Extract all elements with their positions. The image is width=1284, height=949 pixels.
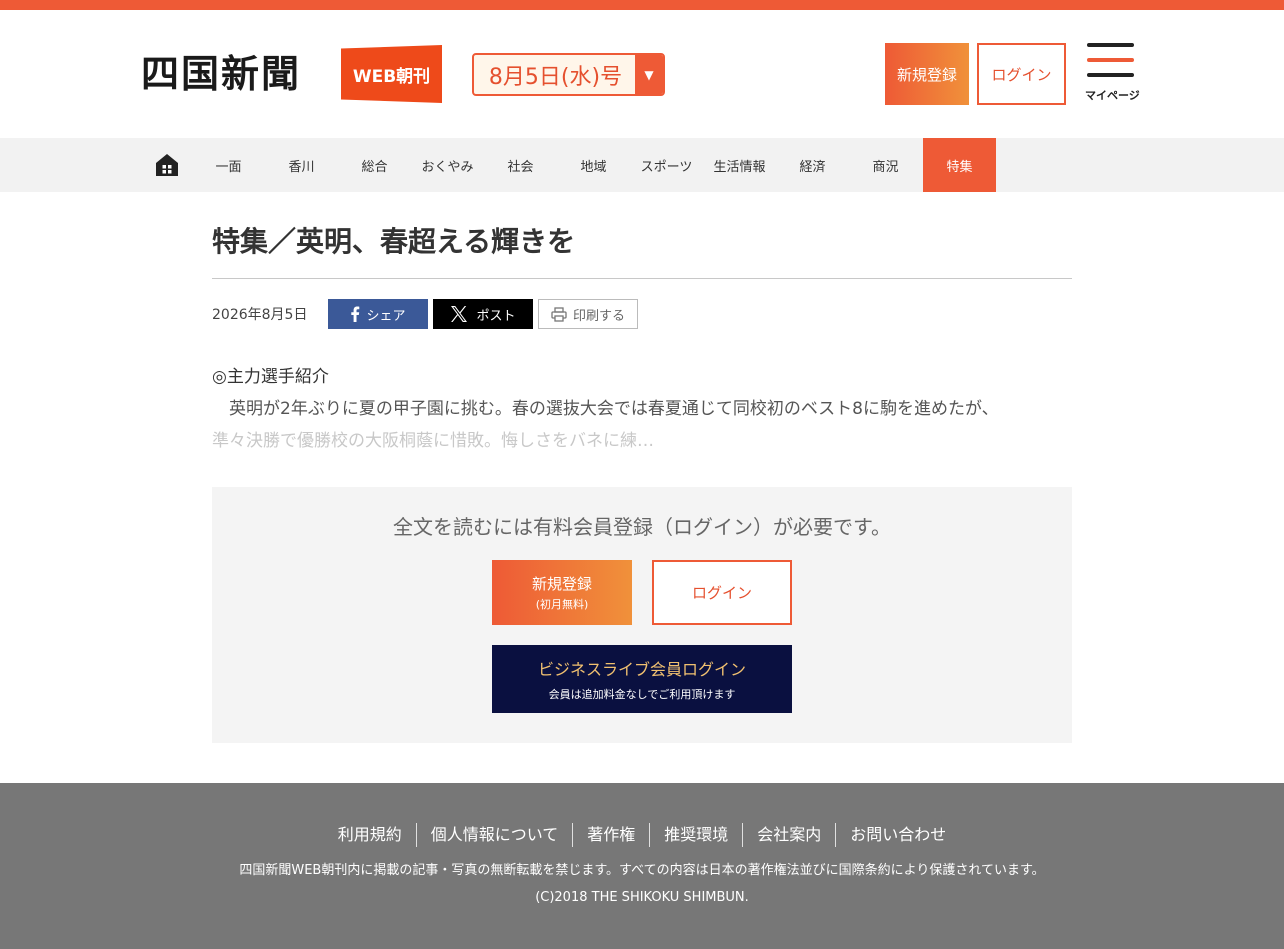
edition-date: 8月5日(水)号 xyxy=(488,64,623,90)
register-sub-label: (初月無料) xyxy=(535,598,589,611)
footer-link-environment[interactable]: 推奨環境 xyxy=(650,823,742,847)
nav-item-keizai[interactable]: 経済 xyxy=(776,138,849,192)
business-live-main-label: ビジネスライブ会員ログイン xyxy=(537,660,746,679)
paywall-message: 全文を読むには有料会員登録（ログイン）が必要です。 xyxy=(393,515,891,539)
footer-notice: 四国新聞WEB朝刊内に掲載の記事・写真の無断転載を禁じます。すべての内容は日本の… xyxy=(239,863,1045,878)
site-footer: 利用規約 個人情報について 著作権 推奨環境 会社案内 お問い合わせ 四国新聞W… xyxy=(0,783,1284,949)
register-main-label: 新規登録 xyxy=(531,575,592,593)
footer-copyright: (C)2018 THE SHIKOKU SHIMBUN. xyxy=(535,890,749,905)
nav-item-ichimen[interactable]: 一面 xyxy=(192,138,265,192)
footer-links: 利用規約 個人情報について 著作権 推奨環境 会社案内 お問い合わせ xyxy=(0,823,1284,847)
footer-link-contact[interactable]: お問い合わせ xyxy=(836,823,960,847)
printer-icon xyxy=(551,306,567,322)
edition-selector[interactable]: 8月5日(水)号 ▼ xyxy=(472,53,665,96)
nav-item-shokyo[interactable]: 商況 xyxy=(849,138,922,192)
nav-item-okuyami[interactable]: おくやみ xyxy=(411,138,484,192)
category-nav: 一面 香川 総合 おくやみ 社会 地域 スポーツ 生活情報 経済 商況 特集 xyxy=(0,138,1284,192)
footer-link-copyright[interactable]: 著作権 xyxy=(573,823,649,847)
facebook-icon xyxy=(351,306,360,322)
nav-item-sports[interactable]: スポーツ xyxy=(630,138,703,192)
hamburger-icon-bar-middle xyxy=(1087,58,1134,62)
nav-item-kagawa[interactable]: 香川 xyxy=(265,138,338,192)
web-edition-badge: WEB朝刊 xyxy=(341,45,442,103)
site-header: 四国新聞 WEB朝刊 8月5日(水)号 ▼ 新規登録 ログイン マイページ xyxy=(0,10,1284,138)
footer-link-terms[interactable]: 利用規約 xyxy=(324,823,416,847)
section-heading: ◎主力選手紹介 xyxy=(212,367,329,387)
top-accent-bar xyxy=(0,0,1284,10)
article-body-faded-line: 準々決勝で優勝校の大阪桐蔭に惜敗。悔しさをバネに練… xyxy=(212,431,654,451)
x-post-button[interactable]: ポスト xyxy=(433,299,533,329)
nav-item-sogo[interactable]: 総合 xyxy=(338,138,411,192)
footer-link-privacy[interactable]: 個人情報について xyxy=(417,823,573,847)
business-live-login-button[interactable]: ビジネスライブ会員ログイン 会員は追加料金なしでご利用頂けます xyxy=(492,645,792,713)
nav-item-seikatsu[interactable]: 生活情報 xyxy=(703,138,776,192)
hamburger-icon-bar-bottom xyxy=(1087,73,1134,77)
site-logo[interactable]: 四国新聞 xyxy=(141,50,301,98)
print-button[interactable]: 印刷する xyxy=(538,299,638,329)
x-logo-icon xyxy=(451,306,468,322)
hamburger-icon xyxy=(1087,43,1134,47)
title-divider xyxy=(212,278,1072,279)
nav-item-shakai[interactable]: 社会 xyxy=(484,138,557,192)
facebook-share-button[interactable]: シェア xyxy=(328,299,428,329)
article-title: 特集／英明、春超える輝きを xyxy=(212,225,576,258)
header-register-button[interactable]: 新規登録 xyxy=(885,43,969,105)
article-date: 2026年8月5日 xyxy=(212,307,308,323)
footer-link-company[interactable]: 会社案内 xyxy=(743,823,835,847)
mypage-label: マイページ xyxy=(1085,89,1140,102)
article-body-line: 英明が2年ぶりに夏の甲子園に挑む。春の選抜大会では春夏通じて同校初のベスト8に駒… xyxy=(212,399,999,419)
chevron-down-icon: ▼ xyxy=(635,55,663,94)
business-live-sub-label: 会員は追加料金なしでご利用頂けます xyxy=(548,688,736,701)
paywall-register-button[interactable]: 新規登録 (初月無料) xyxy=(492,560,632,625)
paywall-login-button[interactable]: ログイン xyxy=(652,560,792,625)
nav-item-tokushu[interactable]: 特集 xyxy=(923,138,996,192)
home-icon[interactable] xyxy=(154,152,180,178)
facebook-share-label: シェア xyxy=(366,308,406,324)
nav-item-chiiki[interactable]: 地域 xyxy=(557,138,630,192)
header-login-button[interactable]: ログイン xyxy=(977,43,1066,105)
print-label: 印刷する xyxy=(572,308,625,324)
x-post-label: ポスト xyxy=(476,308,516,324)
paywall-panel: 全文を読むには有料会員登録（ログイン）が必要です。 新規登録 (初月無料) ログ… xyxy=(212,487,1072,743)
mypage-menu-button[interactable]: マイページ xyxy=(1085,40,1140,104)
